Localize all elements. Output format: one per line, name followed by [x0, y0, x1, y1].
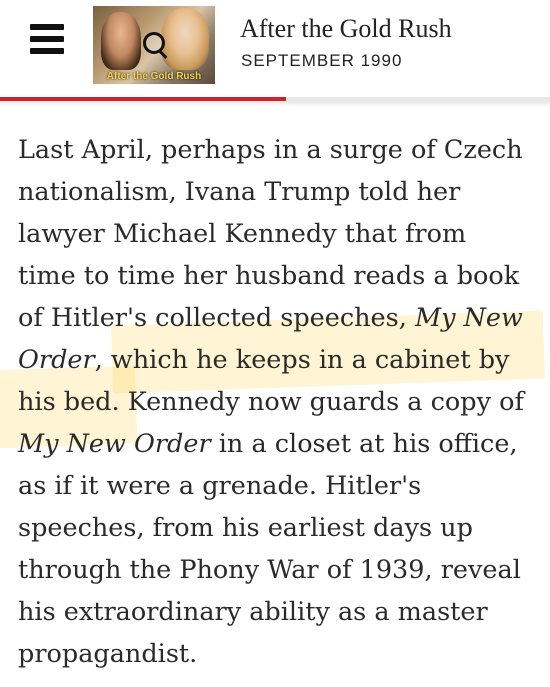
text-segment: as if it were a grenade. Hitler's: [18, 471, 422, 501]
magazine-thumbnail[interactable]: After the Gold Rush: [93, 6, 215, 84]
thumbnail-caption: After the Gold Rush: [106, 71, 202, 82]
text-segment: speeches, from his earliest days up: [18, 513, 473, 543]
menu-bar: [30, 48, 64, 54]
article-line: propagandist.: [18, 633, 538, 675]
thumbnail-photo-woman: [161, 8, 209, 70]
book-title: My New Order: [18, 429, 211, 459]
text-segment: in a closet at his office,: [210, 429, 518, 459]
thumbnail-photo-man: [101, 12, 141, 70]
text-segment: time to time her husband reads a book: [18, 261, 520, 291]
text-segment: his extraordinary ability as a master: [18, 597, 488, 627]
text-segment: propagandist.: [18, 639, 198, 669]
text-segment: his bed. Kennedy now guards a copy of: [18, 387, 524, 417]
text-segment: of Hitler's collected speeches,: [18, 303, 415, 333]
article-title: After the Gold Rush: [240, 14, 452, 43]
text-segment: lawyer Michael Kennedy that from: [18, 219, 467, 249]
menu-bar: [30, 36, 64, 42]
article-line: of Hitler's collected speeches, My New: [18, 297, 538, 339]
menu-bar: [30, 24, 64, 30]
article-line: Order, which he keeps in a cabinet by: [18, 339, 538, 381]
article-line: Last April, perhaps in a surge of Czech: [18, 129, 538, 171]
issue-date: SEPTEMBER 1990: [241, 51, 403, 70]
article-body: Last April, perhaps in a surge of Czech n…: [18, 129, 538, 675]
article-line: nationalism, Ivana Trump told her: [18, 171, 538, 213]
article-line: lawyer Michael Kennedy that from: [18, 213, 538, 255]
header-divider: [0, 101, 550, 107]
text-segment: nationalism, Ivana Trump told her: [18, 177, 461, 207]
text-segment: through the Phony War of 1939, reveal: [18, 555, 521, 585]
hamburger-menu-icon[interactable]: [30, 24, 66, 54]
article-line: his extraordinary ability as a master: [18, 591, 538, 633]
article-line: through the Phony War of 1939, reveal: [18, 549, 538, 591]
book-title: My New: [414, 303, 523, 333]
article-line: speeches, from his earliest days up: [18, 507, 538, 549]
text-segment: Last April, perhaps in a surge of Czech: [18, 135, 523, 165]
article-line: as if it were a grenade. Hitler's: [18, 465, 538, 507]
article-line: time to time her husband reads a book: [18, 255, 538, 297]
book-title: Order: [18, 345, 95, 375]
text-segment: , which he keeps in a cabinet by: [94, 345, 510, 375]
article-header: After the Gold Rush After the Gold Rush …: [0, 0, 550, 107]
magnifier-icon[interactable]: [143, 32, 165, 54]
article-line: his bed. Kennedy now guards a copy of: [18, 381, 538, 423]
article-line: My New Order in a closet at his office,: [18, 423, 538, 465]
